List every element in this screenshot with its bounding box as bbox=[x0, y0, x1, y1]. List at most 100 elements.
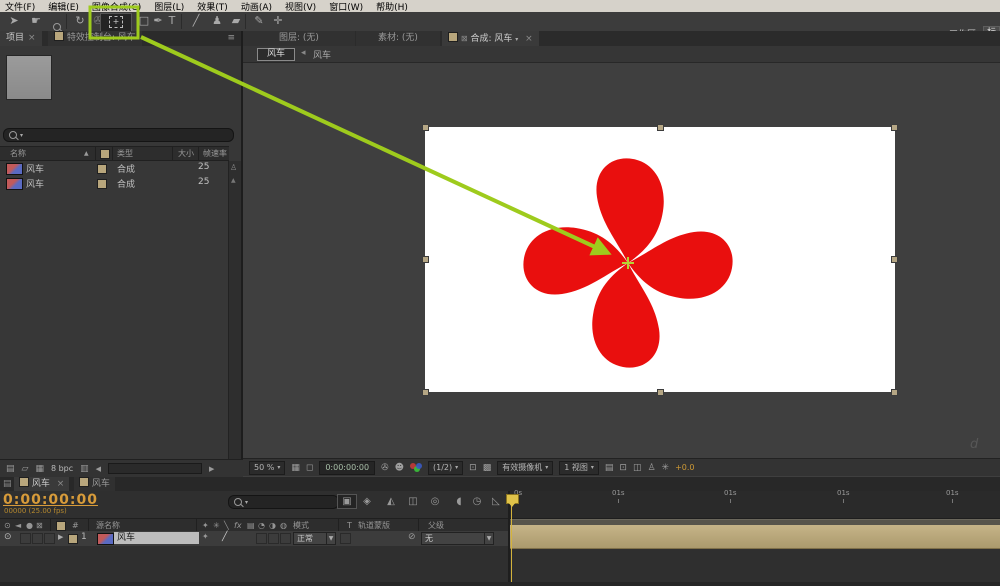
time-ruler[interactable] bbox=[510, 491, 1000, 519]
exposure-icon[interactable]: ✳ bbox=[662, 463, 670, 473]
menu-animation[interactable]: 动画(A) bbox=[241, 0, 272, 13]
layer-eye-icon[interactable]: ⊙ bbox=[4, 532, 12, 542]
canvas-handle[interactable] bbox=[422, 124, 429, 131]
safe-margins-icon[interactable]: ▦ bbox=[291, 463, 300, 473]
trash-icon[interactable]: ▥ bbox=[80, 464, 89, 474]
brush-tool-icon[interactable]: ╱ bbox=[186, 12, 206, 31]
scroll-right-icon[interactable]: ▶ bbox=[209, 465, 214, 473]
footer-scrollbar[interactable] bbox=[108, 463, 203, 474]
switch-cell[interactable] bbox=[256, 533, 267, 544]
hide-shy-layers-button[interactable]: ◭ bbox=[382, 494, 400, 509]
menu-window[interactable]: 窗口(W) bbox=[329, 0, 363, 13]
menu-layer[interactable]: 图层(L) bbox=[154, 0, 184, 13]
eraser-tool-icon[interactable]: ▰ bbox=[226, 12, 246, 31]
quality-switch[interactable]: ✦ bbox=[202, 532, 209, 541]
puppet-pin-tool-icon[interactable]: ✛ bbox=[268, 12, 288, 31]
new-folder-icon[interactable]: ▱ bbox=[22, 464, 29, 474]
magnification-dropdown[interactable]: 50 % ▾ bbox=[249, 460, 286, 475]
canvas-handle[interactable] bbox=[891, 389, 898, 396]
tab-project[interactable]: 项目 × bbox=[0, 31, 42, 46]
canvas-handle[interactable] bbox=[657, 389, 664, 396]
canvas-handle[interactable] bbox=[657, 124, 664, 131]
close-icon[interactable]: × bbox=[57, 479, 65, 489]
layer-name-field[interactable]: 风车 bbox=[114, 532, 199, 544]
menu-composition[interactable]: 图像合成(C) bbox=[92, 0, 141, 13]
menu-view[interactable]: 视图(V) bbox=[285, 0, 316, 13]
playhead-line[interactable] bbox=[511, 501, 512, 586]
project-row-fengche-2[interactable]: 风车 合成 25 bbox=[0, 176, 229, 191]
viewer-timecode[interactable]: 0:00:00:00 bbox=[319, 460, 376, 475]
pixel-aspect-icon[interactable]: ▤ bbox=[605, 463, 614, 473]
timeline-tab-fengche-2[interactable]: 风车 bbox=[74, 477, 115, 491]
breadcrumb-current[interactable]: 风车 bbox=[257, 48, 295, 61]
close-icon[interactable]: × bbox=[525, 34, 533, 44]
preserve-transparency-toggle[interactable] bbox=[340, 533, 351, 544]
quality-slash-switch[interactable]: ╱ bbox=[222, 532, 227, 542]
hand-tool-icon[interactable]: ☛ bbox=[26, 12, 46, 31]
solo-toggle[interactable] bbox=[32, 533, 43, 544]
playhead-marker[interactable] bbox=[506, 494, 519, 507]
brainstorm-button[interactable]: ◖ bbox=[450, 494, 468, 509]
frame-blend-button[interactable]: ◫ bbox=[404, 494, 422, 509]
project-search-input[interactable]: ▾ bbox=[3, 128, 234, 142]
scroll-left-icon[interactable]: ◀ bbox=[96, 465, 101, 473]
panel-menu-icon[interactable]: ≡ bbox=[227, 31, 235, 46]
new-composition-icon[interactable]: ▦ bbox=[35, 464, 44, 474]
camera-dropdown[interactable]: 有效摄像机 ▾ bbox=[497, 460, 554, 475]
canvas-handle[interactable] bbox=[891, 124, 898, 131]
fast-preview-icon[interactable]: ⊡ bbox=[619, 463, 627, 473]
draft-3d-button[interactable]: ◈ bbox=[358, 494, 376, 509]
flowchart-icon[interactable]: ♙ bbox=[647, 463, 655, 473]
label-chip-icon[interactable] bbox=[97, 164, 107, 174]
flowchart-icon[interactable]: ♙ bbox=[230, 163, 237, 172]
show-channels-icon[interactable] bbox=[410, 462, 422, 473]
selection-tool-icon[interactable]: ➤ bbox=[4, 12, 24, 31]
region-of-interest-icon[interactable]: ◻ bbox=[306, 463, 313, 473]
menu-file[interactable]: 文件(F) bbox=[5, 0, 35, 13]
roto-brush-tool-icon[interactable]: ✎ bbox=[249, 12, 269, 31]
audio-toggle[interactable] bbox=[20, 533, 31, 544]
chevron-down-icon[interactable]: ▾ bbox=[515, 36, 518, 43]
column-name[interactable]: 名称 bbox=[10, 147, 26, 160]
auto-keyframe-button[interactable]: ◷ bbox=[468, 494, 486, 509]
column-type[interactable]: 类型 bbox=[117, 147, 133, 160]
rotation-tool-icon[interactable]: ↻ bbox=[70, 12, 90, 31]
tab-composition[interactable]: ⊠ 合成: 风车 ▾ × bbox=[442, 31, 539, 46]
view-layout-dropdown[interactable]: 1 视图 ▾ bbox=[559, 460, 599, 475]
lock-toggle[interactable] bbox=[44, 533, 55, 544]
project-row-fengche-1[interactable]: 风车 合成 25 bbox=[0, 161, 229, 176]
motion-blur-button[interactable]: ◎ bbox=[426, 494, 444, 509]
timeline-button-icon[interactable]: ◫ bbox=[633, 463, 642, 473]
tab-footage[interactable]: 素材: (无) bbox=[356, 31, 440, 46]
text-tool-icon[interactable]: T bbox=[162, 12, 182, 31]
snapshot-icon[interactable]: ✇ bbox=[381, 463, 389, 473]
column-size[interactable]: 大小 bbox=[178, 147, 194, 160]
panel-icon[interactable]: ▤ bbox=[3, 477, 12, 491]
interpret-footage-icon[interactable]: ▤ bbox=[6, 464, 15, 474]
switch-cell[interactable] bbox=[268, 533, 279, 544]
timeline-search-input[interactable]: ▾ bbox=[228, 495, 339, 509]
graph-editor-button[interactable]: ◺ bbox=[487, 494, 505, 509]
parent-arrow-icon[interactable]: ▼ bbox=[484, 532, 494, 545]
show-snapshot-icon[interactable]: ☻ bbox=[395, 463, 404, 473]
tab-layer[interactable]: 图层: (无) bbox=[243, 31, 355, 46]
menu-help[interactable]: 帮助(H) bbox=[376, 0, 408, 13]
switch-cell[interactable] bbox=[280, 533, 291, 544]
bpc-button[interactable]: 8 bpc bbox=[51, 464, 73, 473]
canvas-handle[interactable] bbox=[422, 256, 429, 263]
layer-row-1[interactable]: ⊙ ▶ 1 风车 ✦ ╱ 正常 ▼ ⊘ 无 ▼ bbox=[0, 531, 508, 546]
timeline-tab-fengche-active[interactable]: 风车 × bbox=[14, 477, 70, 491]
lock-icon[interactable]: ⊠ bbox=[461, 34, 468, 43]
blend-mode-arrow-icon[interactable]: ▼ bbox=[326, 532, 336, 545]
canvas-handle[interactable] bbox=[422, 389, 429, 396]
current-timecode[interactable]: 0:00:00:00 bbox=[3, 492, 98, 508]
tab-effect-controls[interactable]: 特效控制台: 风车 bbox=[48, 31, 142, 46]
menu-effect[interactable]: 效果(T) bbox=[197, 0, 228, 13]
layer-duration-bar[interactable] bbox=[510, 525, 1000, 549]
breadcrumb-parent[interactable]: 风车 bbox=[313, 48, 331, 61]
scroll-up-icon[interactable]: ▲ bbox=[231, 177, 236, 184]
label-chip-icon[interactable] bbox=[97, 179, 107, 189]
sort-asc-icon[interactable]: ▲ bbox=[84, 147, 89, 160]
layer-label-chip[interactable] bbox=[68, 534, 78, 544]
project-scrollbar[interactable]: ♙ ▲ bbox=[228, 161, 241, 461]
